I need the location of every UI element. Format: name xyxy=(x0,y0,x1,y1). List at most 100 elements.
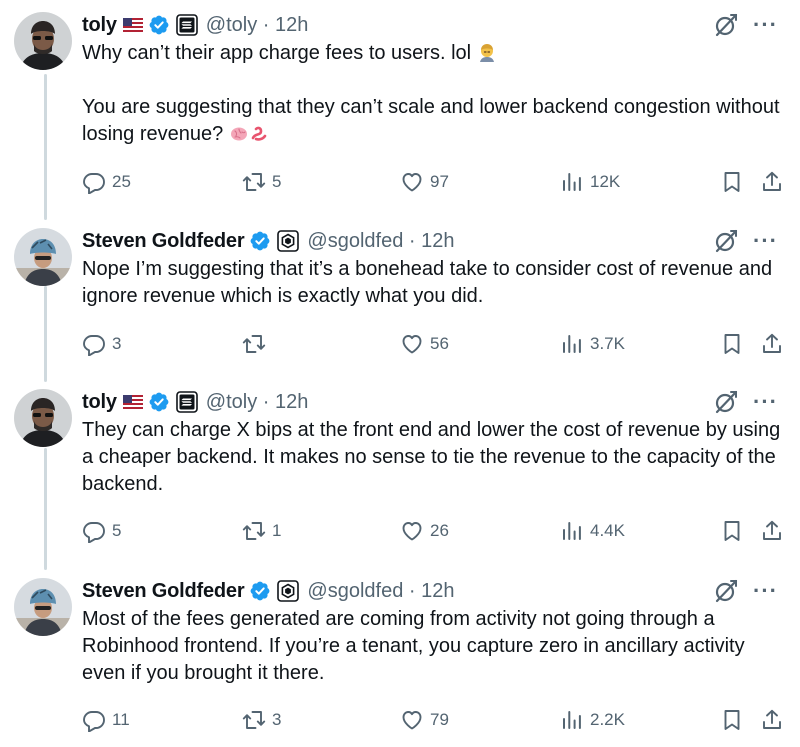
like-button[interactable]: 79 xyxy=(400,708,449,732)
like-button[interactable]: 97 xyxy=(400,170,449,194)
grok-icon[interactable] xyxy=(713,578,739,604)
views-icon xyxy=(560,708,584,732)
views-button[interactable]: 12K xyxy=(560,170,620,194)
view-count: 3.7K xyxy=(590,334,625,353)
toly-avatar[interactable] xyxy=(14,389,72,447)
share-icon xyxy=(760,170,784,194)
more-options-icon[interactable]: ··· xyxy=(753,391,778,413)
timestamp[interactable]: 12h xyxy=(421,230,454,252)
author-handle[interactable]: @sgoldfed · 12h xyxy=(307,580,454,603)
bookmark-button[interactable] xyxy=(720,332,744,356)
views-button[interactable]: 4.4K xyxy=(560,519,625,543)
share-icon xyxy=(760,332,784,356)
author-handle[interactable]: @sgoldfed · 12h xyxy=(307,230,454,253)
reply-button[interactable]: 5 xyxy=(82,519,121,543)
tweet-actions: 5 1 26 4.4K xyxy=(82,519,782,547)
tweet-actions: 3 56 3.7K xyxy=(82,332,782,360)
grok-icon[interactable] xyxy=(713,228,739,254)
tweet-text: Most of the fees generated are coming fr… xyxy=(82,606,782,687)
solana-badge-icon[interactable] xyxy=(176,391,198,413)
views-button[interactable]: 3.7K xyxy=(560,332,625,356)
reply-count: 3 xyxy=(112,334,122,353)
person-emoji-icon xyxy=(477,42,497,62)
tweet-paragraph: Most of the fees generated are coming fr… xyxy=(82,608,745,684)
share-button[interactable] xyxy=(760,708,784,732)
bookmark-icon xyxy=(720,708,744,732)
heart-icon xyxy=(400,708,424,732)
share-button[interactable] xyxy=(760,170,784,194)
tweet-actions: 25 5 97 12K xyxy=(82,170,782,198)
bookmark-button[interactable] xyxy=(720,519,744,543)
reply-count: 25 xyxy=(112,172,131,191)
author-name[interactable]: Steven Goldfeder xyxy=(82,230,245,253)
reply-icon xyxy=(82,170,106,194)
views-icon xyxy=(560,519,584,543)
retweet-button[interactable]: 1 xyxy=(242,519,281,543)
steven-avatar[interactable] xyxy=(14,228,72,286)
author-name[interactable]: toly xyxy=(82,14,117,37)
grok-icon[interactable] xyxy=(713,12,739,38)
tweet-paragraph: Nope I’m suggesting that it’s a bonehead… xyxy=(82,258,773,307)
author-handle[interactable]: @toly · 12h xyxy=(206,14,309,37)
tweet-header: toly @toly · 12h xyxy=(82,387,308,417)
bookmark-button[interactable] xyxy=(720,170,744,194)
reply-icon xyxy=(82,708,106,732)
tweet[interactable]: toly @toly · 12h ··· They can charge X b… xyxy=(0,377,800,567)
more-options-icon[interactable]: ··· xyxy=(753,230,778,252)
views-icon xyxy=(560,170,584,194)
retweet-button[interactable]: 3 xyxy=(242,708,281,732)
view-count: 2.2K xyxy=(590,710,625,729)
tweet-top-actions: ··· xyxy=(713,12,778,38)
verified-badge-icon[interactable] xyxy=(249,230,271,252)
offchain-labs-badge-icon[interactable] xyxy=(277,580,299,602)
like-button[interactable]: 56 xyxy=(400,332,449,356)
verified-badge-icon[interactable] xyxy=(148,14,170,36)
retweet-button[interactable]: 5 xyxy=(242,170,281,194)
worm-emoji-icon xyxy=(249,123,269,143)
like-count: 79 xyxy=(430,710,449,729)
share-button[interactable] xyxy=(760,519,784,543)
views-button[interactable]: 2.2K xyxy=(560,708,625,732)
more-options-icon[interactable]: ··· xyxy=(753,580,778,602)
tweet-paragraph: You are suggesting that they can’t scale… xyxy=(82,96,780,145)
retweet-icon xyxy=(242,519,266,543)
author-name[interactable]: Steven Goldfeder xyxy=(82,580,245,603)
solana-badge-icon[interactable] xyxy=(176,14,198,36)
bookmark-button[interactable] xyxy=(720,708,744,732)
share-icon xyxy=(760,519,784,543)
reply-count: 11 xyxy=(112,710,130,729)
verified-badge-icon[interactable] xyxy=(148,391,170,413)
share-icon xyxy=(760,708,784,732)
steven-avatar[interactable] xyxy=(14,578,72,636)
tweet-actions: 11 3 79 2.2K xyxy=(82,708,782,736)
tweet-text: Nope I’m suggesting that it’s a bonehead… xyxy=(82,256,782,310)
tweet-header: Steven Goldfeder @sgoldfed · 12h xyxy=(82,576,455,606)
share-button[interactable] xyxy=(760,332,784,356)
tweet[interactable]: Steven Goldfeder @sgoldfed · 12h ··· Nop… xyxy=(0,216,800,376)
author-name[interactable]: toly xyxy=(82,391,117,414)
offchain-labs-badge-icon[interactable] xyxy=(277,230,299,252)
view-count: 4.4K xyxy=(590,521,625,540)
retweet-icon xyxy=(242,332,266,356)
tweet-top-actions: ··· xyxy=(713,228,778,254)
tweet[interactable]: toly @toly · 12h ··· Why can’t their app… xyxy=(0,0,800,210)
tweet-text: Why can’t their app charge fees to users… xyxy=(82,40,782,148)
bookmark-icon xyxy=(720,519,744,543)
timestamp[interactable]: 12h xyxy=(275,14,308,36)
author-handle[interactable]: @toly · 12h xyxy=(206,391,309,414)
us-flag-icon xyxy=(123,18,143,32)
like-button[interactable]: 26 xyxy=(400,519,449,543)
like-count: 56 xyxy=(430,334,449,353)
reply-button[interactable]: 25 xyxy=(82,170,131,194)
reply-button[interactable]: 3 xyxy=(82,332,121,356)
verified-badge-icon[interactable] xyxy=(249,580,271,602)
reply-button[interactable]: 11 xyxy=(82,708,130,732)
tweet[interactable]: Steven Goldfeder @sgoldfed · 12h ··· Mos… xyxy=(0,566,800,747)
toly-avatar[interactable] xyxy=(14,12,72,70)
reply-icon xyxy=(82,519,106,543)
timestamp[interactable]: 12h xyxy=(421,580,454,602)
retweet-button[interactable] xyxy=(242,332,272,356)
grok-icon[interactable] xyxy=(713,389,739,415)
more-options-icon[interactable]: ··· xyxy=(753,14,778,36)
timestamp[interactable]: 12h xyxy=(275,391,308,413)
